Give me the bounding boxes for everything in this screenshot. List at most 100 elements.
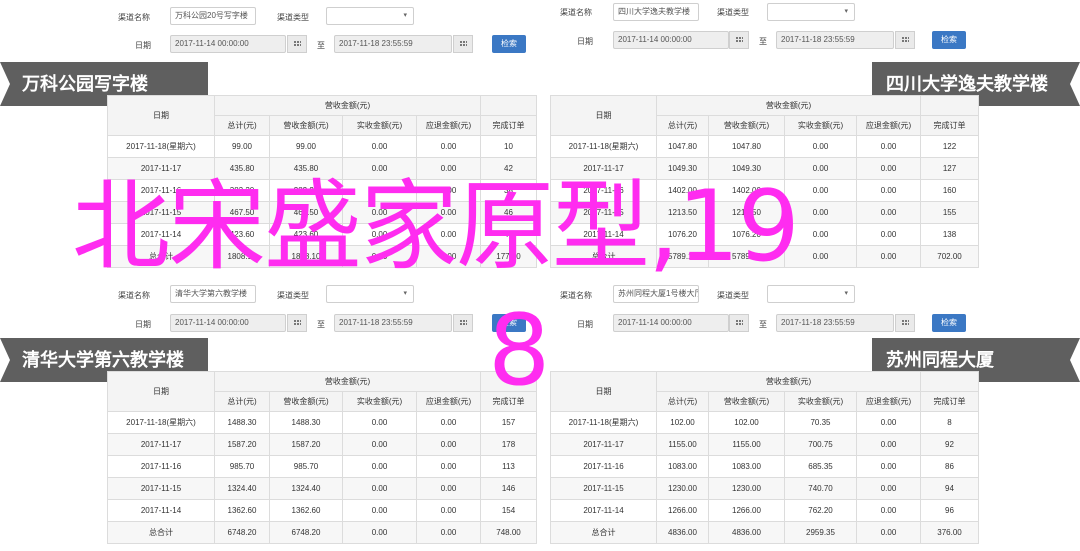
chevron-down-icon: ▾ <box>403 290 407 297</box>
cell-total: 1808.10 <box>214 245 270 268</box>
table-row: 2017-11-17 1587.20 1587.20 0.00 0.00 178 <box>107 433 537 456</box>
cell-orders: 94 <box>920 477 979 500</box>
header-group: 营收金额(元) <box>656 371 921 392</box>
cell-total: 1587.20 <box>214 433 270 456</box>
cell-orders: 138 <box>920 223 979 246</box>
cell-orders: 154 <box>480 499 537 522</box>
calendar-icon[interactable] <box>287 35 307 53</box>
cell-total: 1230.00 <box>656 477 709 500</box>
type-select[interactable]: ▾ <box>767 285 855 303</box>
cell-orders: 376.00 <box>920 521 979 544</box>
calendar-icon[interactable] <box>453 314 473 332</box>
calendar-icon[interactable] <box>287 314 307 332</box>
table-row: 2017-11-17 1049.30 1049.30 0.00 0.00 127 <box>550 157 979 180</box>
search-button[interactable]: 检索 <box>492 314 526 332</box>
search-button[interactable]: 检索 <box>932 31 966 49</box>
type-label: 渠道类型 <box>717 8 749 17</box>
cell-actual: 0.00 <box>342 201 417 224</box>
cell-date: 2017-11-14 <box>550 223 657 246</box>
search-button[interactable]: 检索 <box>492 35 526 53</box>
col-total: 总计(元) <box>656 115 709 136</box>
cell-revenue: 1049.30 <box>708 157 785 180</box>
start-date-input[interactable]: 2017-11-14 00:00:00 <box>613 314 729 332</box>
cell-revenue: 1324.40 <box>269 477 343 500</box>
cell-date: 2017-11-16 <box>107 455 215 478</box>
cell-orders: 146 <box>480 477 537 500</box>
cell-total: 1324.40 <box>214 477 270 500</box>
cell-pending: 0.00 <box>856 179 921 202</box>
start-date-input[interactable]: 2017-11-14 00:00:00 <box>170 35 286 53</box>
type-select[interactable]: ▾ <box>767 3 855 21</box>
channel-label: 渠道名称 <box>118 291 150 300</box>
col-revenue: 营收金额(元) <box>269 115 343 136</box>
cell-orders: 748.00 <box>480 521 537 544</box>
cell-total: 1213.50 <box>656 201 709 224</box>
report-panel-wanke: 渠道名称 万科公园20号写字楼 渠道类型 ▾ 日期 2017-11-14 00:… <box>0 0 540 275</box>
cell-revenue: 1083.00 <box>708 455 785 478</box>
cell-pending: 0.00 <box>856 521 921 544</box>
type-select[interactable]: ▾ <box>326 7 414 25</box>
cell-total: 102.00 <box>656 411 709 434</box>
cell-actual: 0.00 <box>784 135 857 158</box>
end-date-input[interactable]: 2017-11-18 23:55:59 <box>334 35 452 53</box>
search-button[interactable]: 检索 <box>932 314 966 332</box>
header-group: 营收金额(元) <box>214 95 481 116</box>
cell-total: 1047.80 <box>656 135 709 158</box>
type-select[interactable]: ▾ <box>326 285 414 303</box>
cell-pending: 0.00 <box>856 433 921 456</box>
calendar-icon[interactable] <box>895 314 915 332</box>
cell-revenue: 1587.20 <box>269 433 343 456</box>
end-date-input[interactable]: 2017-11-18 23:55:59 <box>334 314 452 332</box>
cell-revenue: 1808.10 <box>269 245 343 268</box>
cell-pending: 0.00 <box>856 499 921 522</box>
calendar-icon[interactable] <box>895 31 915 49</box>
cell-pending: 0.00 <box>856 411 921 434</box>
cell-revenue: 1230.00 <box>708 477 785 500</box>
cell-date: 总合计 <box>550 521 657 544</box>
cell-revenue: 423.60 <box>269 223 343 246</box>
channel-label: 渠道名称 <box>560 291 592 300</box>
cell-total: 1155.00 <box>656 433 709 456</box>
channel-input[interactable]: 清华大学第六教学楼 <box>170 285 256 303</box>
cell-actual: 700.75 <box>784 433 857 456</box>
calendar-icon[interactable] <box>729 314 749 332</box>
cell-revenue: 467.50 <box>269 201 343 224</box>
revenue-table: 日期 营收金额(元) 总计(元) 营收金额(元) 实收金额(元) 应退金额(元)… <box>107 95 537 268</box>
calendar-icon[interactable] <box>729 31 749 49</box>
col-pending: 应退金额(元) <box>856 115 921 136</box>
channel-input[interactable]: 四川大学逸夫教学楼 <box>613 3 699 21</box>
cell-date: 2017-11-14 <box>550 499 657 522</box>
channel-input[interactable]: 万科公园20号写字楼 <box>170 7 256 25</box>
cell-actual: 0.00 <box>342 521 417 544</box>
chevron-down-icon: ▾ <box>844 290 848 297</box>
start-date-input[interactable]: 2017-11-14 00:00:00 <box>170 314 286 332</box>
cell-orders: 42 <box>480 157 537 180</box>
table-row: 2017-11-14 1076.20 1076.20 0.00 0.00 138 <box>550 223 979 246</box>
cell-revenue: 1266.00 <box>708 499 785 522</box>
col-total: 总计(元) <box>214 391 270 412</box>
col-total: 总计(元) <box>214 115 270 136</box>
cell-actual: 0.00 <box>784 179 857 202</box>
channel-label: 渠道名称 <box>118 13 150 22</box>
start-date-input[interactable]: 2017-11-14 00:00:00 <box>613 31 729 49</box>
channel-input[interactable]: 苏州同程大厦1号楼大厅 <box>613 285 699 303</box>
type-label: 渠道类型 <box>277 13 309 22</box>
table-row: 2017-11-15 1230.00 1230.00 740.70 0.00 94 <box>550 477 979 500</box>
end-date-input[interactable]: 2017-11-18 23:55:59 <box>776 314 894 332</box>
col-pending: 应退金额(元) <box>856 391 921 412</box>
table-row: 2017-11-15 467.50 467.50 0.00 0.00 46 <box>107 201 537 224</box>
col-revenue: 营收金额(元) <box>269 391 343 412</box>
cell-date: 2017-11-18(星期六) <box>550 411 657 434</box>
cell-orders: 122 <box>920 135 979 158</box>
col-pending: 应退金额(元) <box>416 115 481 136</box>
cell-orders: 157 <box>480 411 537 434</box>
cell-pending: 0.00 <box>416 455 481 478</box>
cell-date: 2017-11-14 <box>107 499 215 522</box>
chevron-down-icon: ▾ <box>403 12 407 19</box>
calendar-icon[interactable] <box>453 35 473 53</box>
cell-actual: 0.00 <box>342 455 417 478</box>
table-row: 2017-11-18(星期六) 102.00 102.00 70.35 0.00 8 <box>550 411 979 434</box>
cell-actual: 685.35 <box>784 455 857 478</box>
end-date-input[interactable]: 2017-11-18 23:55:59 <box>776 31 894 49</box>
cell-date: 总合计 <box>550 245 657 268</box>
